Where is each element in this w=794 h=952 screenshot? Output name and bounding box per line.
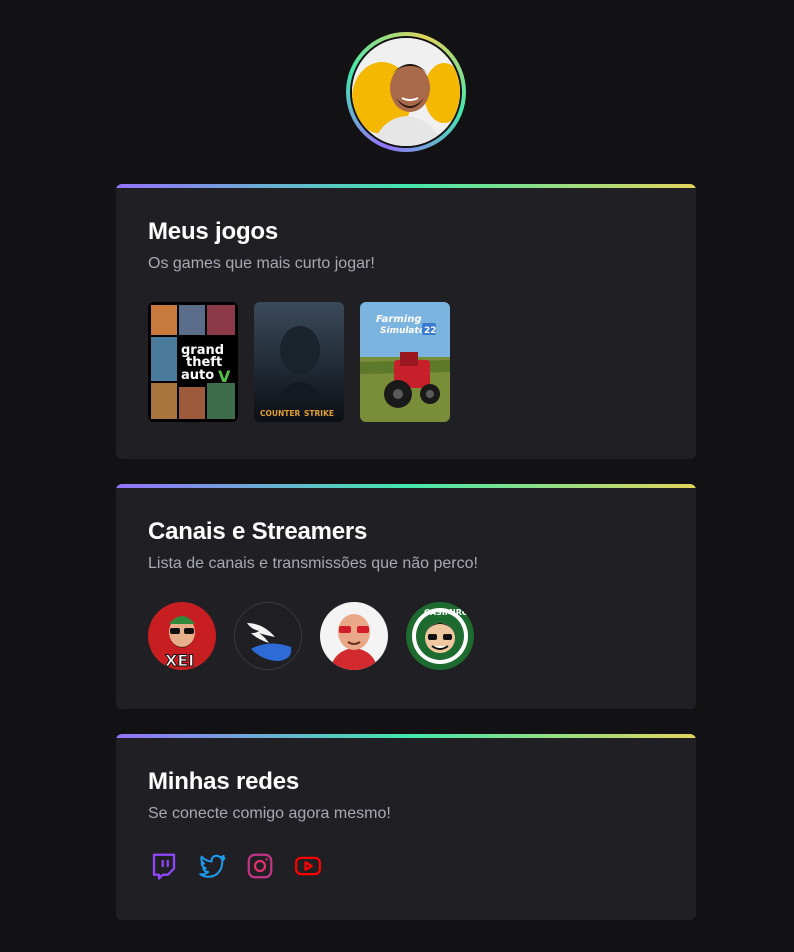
svg-text:STRIKE: STRIKE	[304, 409, 334, 418]
svg-text:auto: auto	[181, 368, 214, 383]
social-links	[148, 850, 664, 882]
games-list: grand theft auto V COUNTER STRIKE Farmin…	[148, 302, 664, 422]
svg-text:22: 22	[424, 326, 437, 336]
counter-strike-cover[interactable]: COUNTER STRIKE	[254, 302, 344, 422]
svg-text:COUNTER: COUNTER	[260, 409, 300, 418]
social-card: Minhas redes Se conecte comigo agora mes…	[116, 734, 696, 920]
streamer-red-glasses-avatar[interactable]	[320, 602, 388, 670]
channels-list: XEI CASIMIRO	[148, 602, 664, 670]
games-title: Meus jogos	[148, 218, 279, 245]
social-subtitle: Se conecte comigo agora mesmo!	[148, 805, 391, 822]
farming-simulator-22-cover[interactable]: Farming Simulator 22	[360, 302, 450, 422]
twitter-icon[interactable]	[196, 850, 228, 882]
games-subtitle: Os games que mais curto jogar!	[148, 255, 375, 272]
wings-channel-avatar[interactable]	[234, 602, 302, 670]
youtube-icon[interactable]	[292, 850, 324, 882]
social-title: Minhas redes	[148, 768, 299, 795]
svg-text:CASIMIRO: CASIMIRO	[424, 608, 469, 617]
svg-text:Farming: Farming	[376, 314, 422, 325]
svg-text:XEI: XEI	[165, 651, 194, 670]
profile-avatar-ring	[346, 32, 466, 152]
channels-title: Canais e Streamers	[148, 518, 368, 545]
instagram-icon[interactable]	[244, 850, 276, 882]
channels-subtitle: Lista de canais e transmissões que não p…	[148, 555, 478, 572]
svg-text:V: V	[218, 367, 231, 386]
avatar	[350, 36, 462, 148]
channels-card: Canais e Streamers Lista de canais e tra…	[116, 484, 696, 709]
casimiro-channel-avatar[interactable]: CASIMIRO	[406, 602, 474, 670]
games-card: Meus jogos Os games que mais curto jogar…	[116, 184, 696, 459]
twitch-icon[interactable]	[148, 850, 180, 882]
gta-v-cover[interactable]: grand theft auto V	[148, 302, 238, 422]
xei-channel-avatar[interactable]: XEI	[148, 602, 216, 670]
